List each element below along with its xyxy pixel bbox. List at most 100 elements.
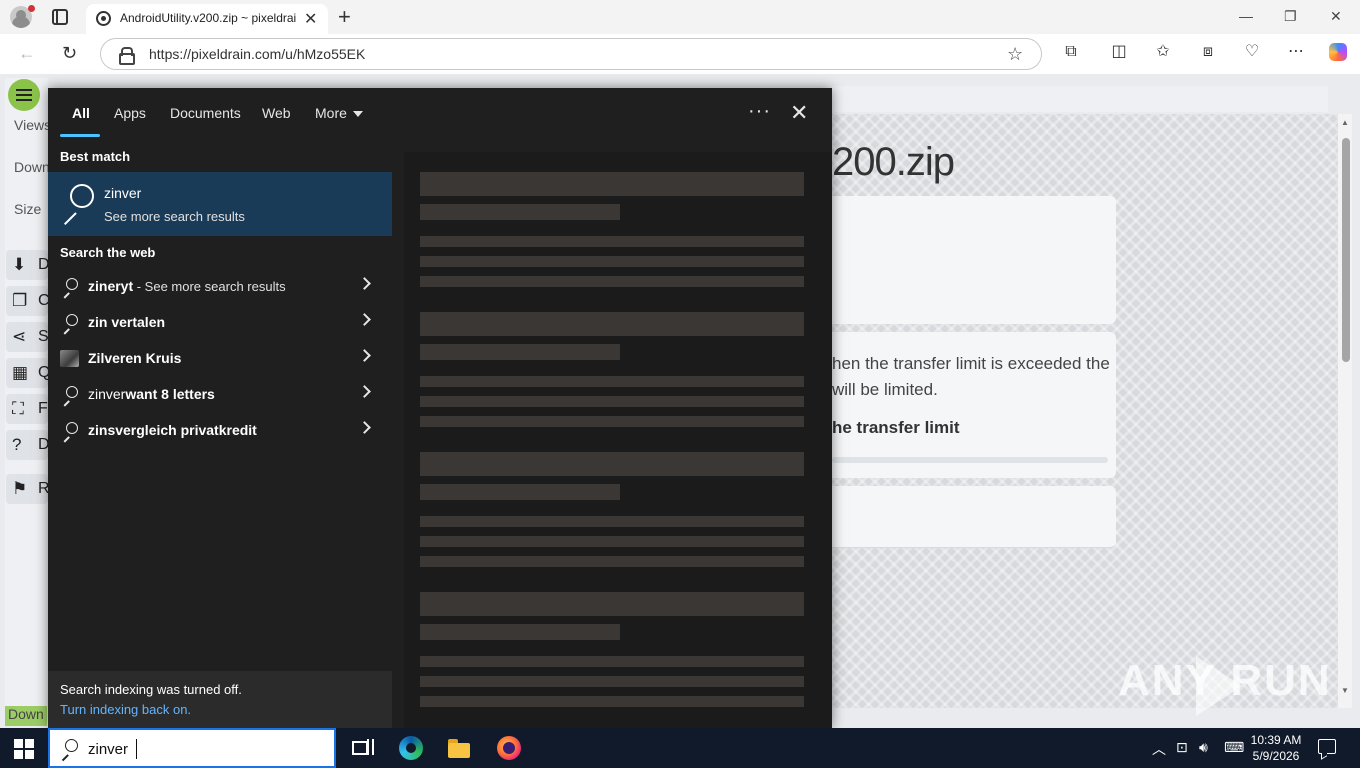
chevron-right-icon[interactable] <box>358 349 371 362</box>
web-result-item[interactable]: zineryt - See more search results <box>48 268 392 304</box>
search-tab-more[interactable]: More <box>315 105 363 121</box>
skeleton-bar <box>420 536 804 547</box>
volume-icon[interactable]: 🔊︎ <box>1199 739 1208 756</box>
copy-link-button[interactable]: ❐ C <box>6 286 50 316</box>
scroll-up-arrow-icon[interactable]: ▲ <box>1341 118 1349 127</box>
sidebar-label-size: Size <box>14 201 42 217</box>
search-tab-documents[interactable]: Documents <box>170 105 241 121</box>
sidebar-label-downloads: Down <box>14 159 50 175</box>
page-scrollbar-thumb[interactable] <box>1342 138 1350 362</box>
best-match-result[interactable]: zinver See more search results <box>48 172 392 236</box>
favorites-icon[interactable]: ✩ <box>1154 43 1172 61</box>
url-text[interactable]: https://pixeldrain.com/u/hMzo55EK <box>149 46 365 62</box>
scroll-down-arrow-icon[interactable]: ▼ <box>1341 686 1349 695</box>
taskbar-search-box[interactable] <box>48 728 336 768</box>
window-minimize-button[interactable]: — <box>1239 8 1253 24</box>
settings-more-icon[interactable]: ⋯ <box>1287 43 1305 61</box>
chevron-right-icon[interactable] <box>358 385 371 398</box>
anyrun-play-logo-icon <box>1196 656 1242 716</box>
search-tab-all[interactable]: All <box>72 105 90 121</box>
download-button[interactable]: ⬇ D <box>6 250 50 280</box>
skeleton-bar <box>420 624 620 640</box>
task-view-icon[interactable] <box>350 736 374 760</box>
fullscreen-icon: ⛶ <box>12 399 24 418</box>
skeleton-bar <box>420 676 804 687</box>
show-hidden-icons-chevron-icon[interactable]: ︿ <box>1152 739 1166 759</box>
tab-close-icon[interactable]: ✕ <box>304 9 317 29</box>
web-result-bold: Zilveren Kruis <box>88 350 182 366</box>
edge-browser-icon[interactable] <box>399 736 423 760</box>
search-icon <box>62 314 78 335</box>
fullscreen-button[interactable]: ⛶ F <box>6 394 48 424</box>
web-result-item[interactable]: zinsvergleich privatkredit <box>48 412 392 448</box>
browser-essentials-icon[interactable]: ♡ <box>1243 43 1261 61</box>
file-explorer-icon[interactable] <box>448 736 472 760</box>
transfer-limit-progress-bar <box>832 457 1108 463</box>
taskbar-clock[interactable]: 10:39 AM 5/9/2026 <box>1248 732 1304 764</box>
collections-icon[interactable]: ⧈ <box>1199 43 1217 61</box>
details-button[interactable]: ? D <box>6 430 50 460</box>
skeleton-bar <box>420 592 804 616</box>
address-bar[interactable]: https://pixeldrain.com/u/hMzo55EK ☆ <box>100 38 1042 70</box>
search-close-icon[interactable]: ✕ <box>790 100 808 126</box>
skeleton-bar <box>420 452 804 476</box>
menu-hamburger-icon[interactable] <box>8 79 40 111</box>
turn-indexing-on-link[interactable]: Turn indexing back on. <box>60 702 191 717</box>
tab-title: AndroidUtility.v200.zip ~ pixeldrain <box>120 11 296 25</box>
search-tab-web[interactable]: Web <box>262 105 291 121</box>
web-result-item[interactable]: zin vertalen <box>48 304 392 340</box>
network-icon[interactable]: ⊡ <box>1176 739 1188 756</box>
chevron-right-icon[interactable] <box>358 421 371 434</box>
tab-actions-icon[interactable] <box>52 9 68 25</box>
web-result-bold: want 8 letters <box>125 386 215 402</box>
web-result-bold: zineryt <box>88 278 134 294</box>
text-caret <box>136 739 137 759</box>
new-tab-button[interactable]: + <box>338 4 351 30</box>
transfer-limit-heading: he transfer limit <box>832 418 960 437</box>
skeleton-bar <box>420 312 804 336</box>
chevron-right-icon[interactable] <box>358 277 371 290</box>
browser-navbar: ← ↻ https://pixeldrain.com/u/hMzo55EK ☆ … <box>0 34 1360 74</box>
search-tab-apps[interactable]: Apps <box>114 105 146 121</box>
favorite-star-icon[interactable]: ☆ <box>1007 44 1023 65</box>
download-icon: ⬇ <box>12 255 27 274</box>
browser-tab-active[interactable]: AndroidUtility.v200.zip ~ pixeldrain ✕ <box>86 4 328 34</box>
skeleton-bar <box>420 204 620 220</box>
skeleton-bar <box>420 516 804 527</box>
web-result-bold: zin vertalen <box>88 314 166 330</box>
large-search-icon <box>60 184 94 226</box>
web-result-item[interactable]: zinverwant 8 letters <box>48 376 392 412</box>
web-result-bold: zinsvergleich privatkredit <box>88 422 257 438</box>
split-screen-icon[interactable]: ◫ <box>1110 43 1128 61</box>
back-arrow-icon[interactable]: ← <box>18 43 36 64</box>
web-result-text: zineryt - See more search results <box>88 278 286 294</box>
notifications-icon[interactable] <box>1318 739 1336 754</box>
web-result-prefix: zinver <box>88 386 126 402</box>
windows-start-icon[interactable] <box>14 739 34 759</box>
search-web-heading: Search the web <box>60 245 156 260</box>
refresh-icon[interactable]: ↻ <box>62 43 77 64</box>
qr-code-button[interactable]: ▦ Q <box>6 358 50 388</box>
web-result-text: zin vertalen <box>88 314 165 330</box>
share-button[interactable]: ⋖ S <box>6 322 49 352</box>
skeleton-bar <box>420 172 804 196</box>
taskbar-search-input[interactable] <box>88 738 328 760</box>
skeleton-bar <box>420 556 804 567</box>
windows-search-flyout: All Apps Documents Web More ··· ✕ Best m… <box>48 88 832 728</box>
report-button[interactable]: ⚑ R <box>6 474 50 504</box>
web-result-item[interactable]: Zilveren Kruis <box>48 340 392 376</box>
language-icon[interactable]: ⌨ <box>1224 739 1244 756</box>
sidebar-label-views: Views <box>14 117 52 133</box>
skeleton-bar <box>420 376 804 387</box>
skeleton-bar <box>420 484 620 500</box>
lock-icon[interactable] <box>119 47 135 65</box>
extensions-icon[interactable]: ⧉ <box>1062 43 1080 61</box>
copilot-icon[interactable] <box>1329 43 1347 61</box>
window-restore-button[interactable]: ❐ <box>1284 8 1297 25</box>
search-options-icon[interactable]: ··· <box>748 100 771 123</box>
window-close-button[interactable]: ✕ <box>1330 8 1342 25</box>
web-result-text: zinverwant 8 letters <box>88 386 215 402</box>
skeleton-bar <box>420 396 804 407</box>
chevron-right-icon[interactable] <box>358 313 371 326</box>
firefox-icon[interactable] <box>497 736 521 760</box>
